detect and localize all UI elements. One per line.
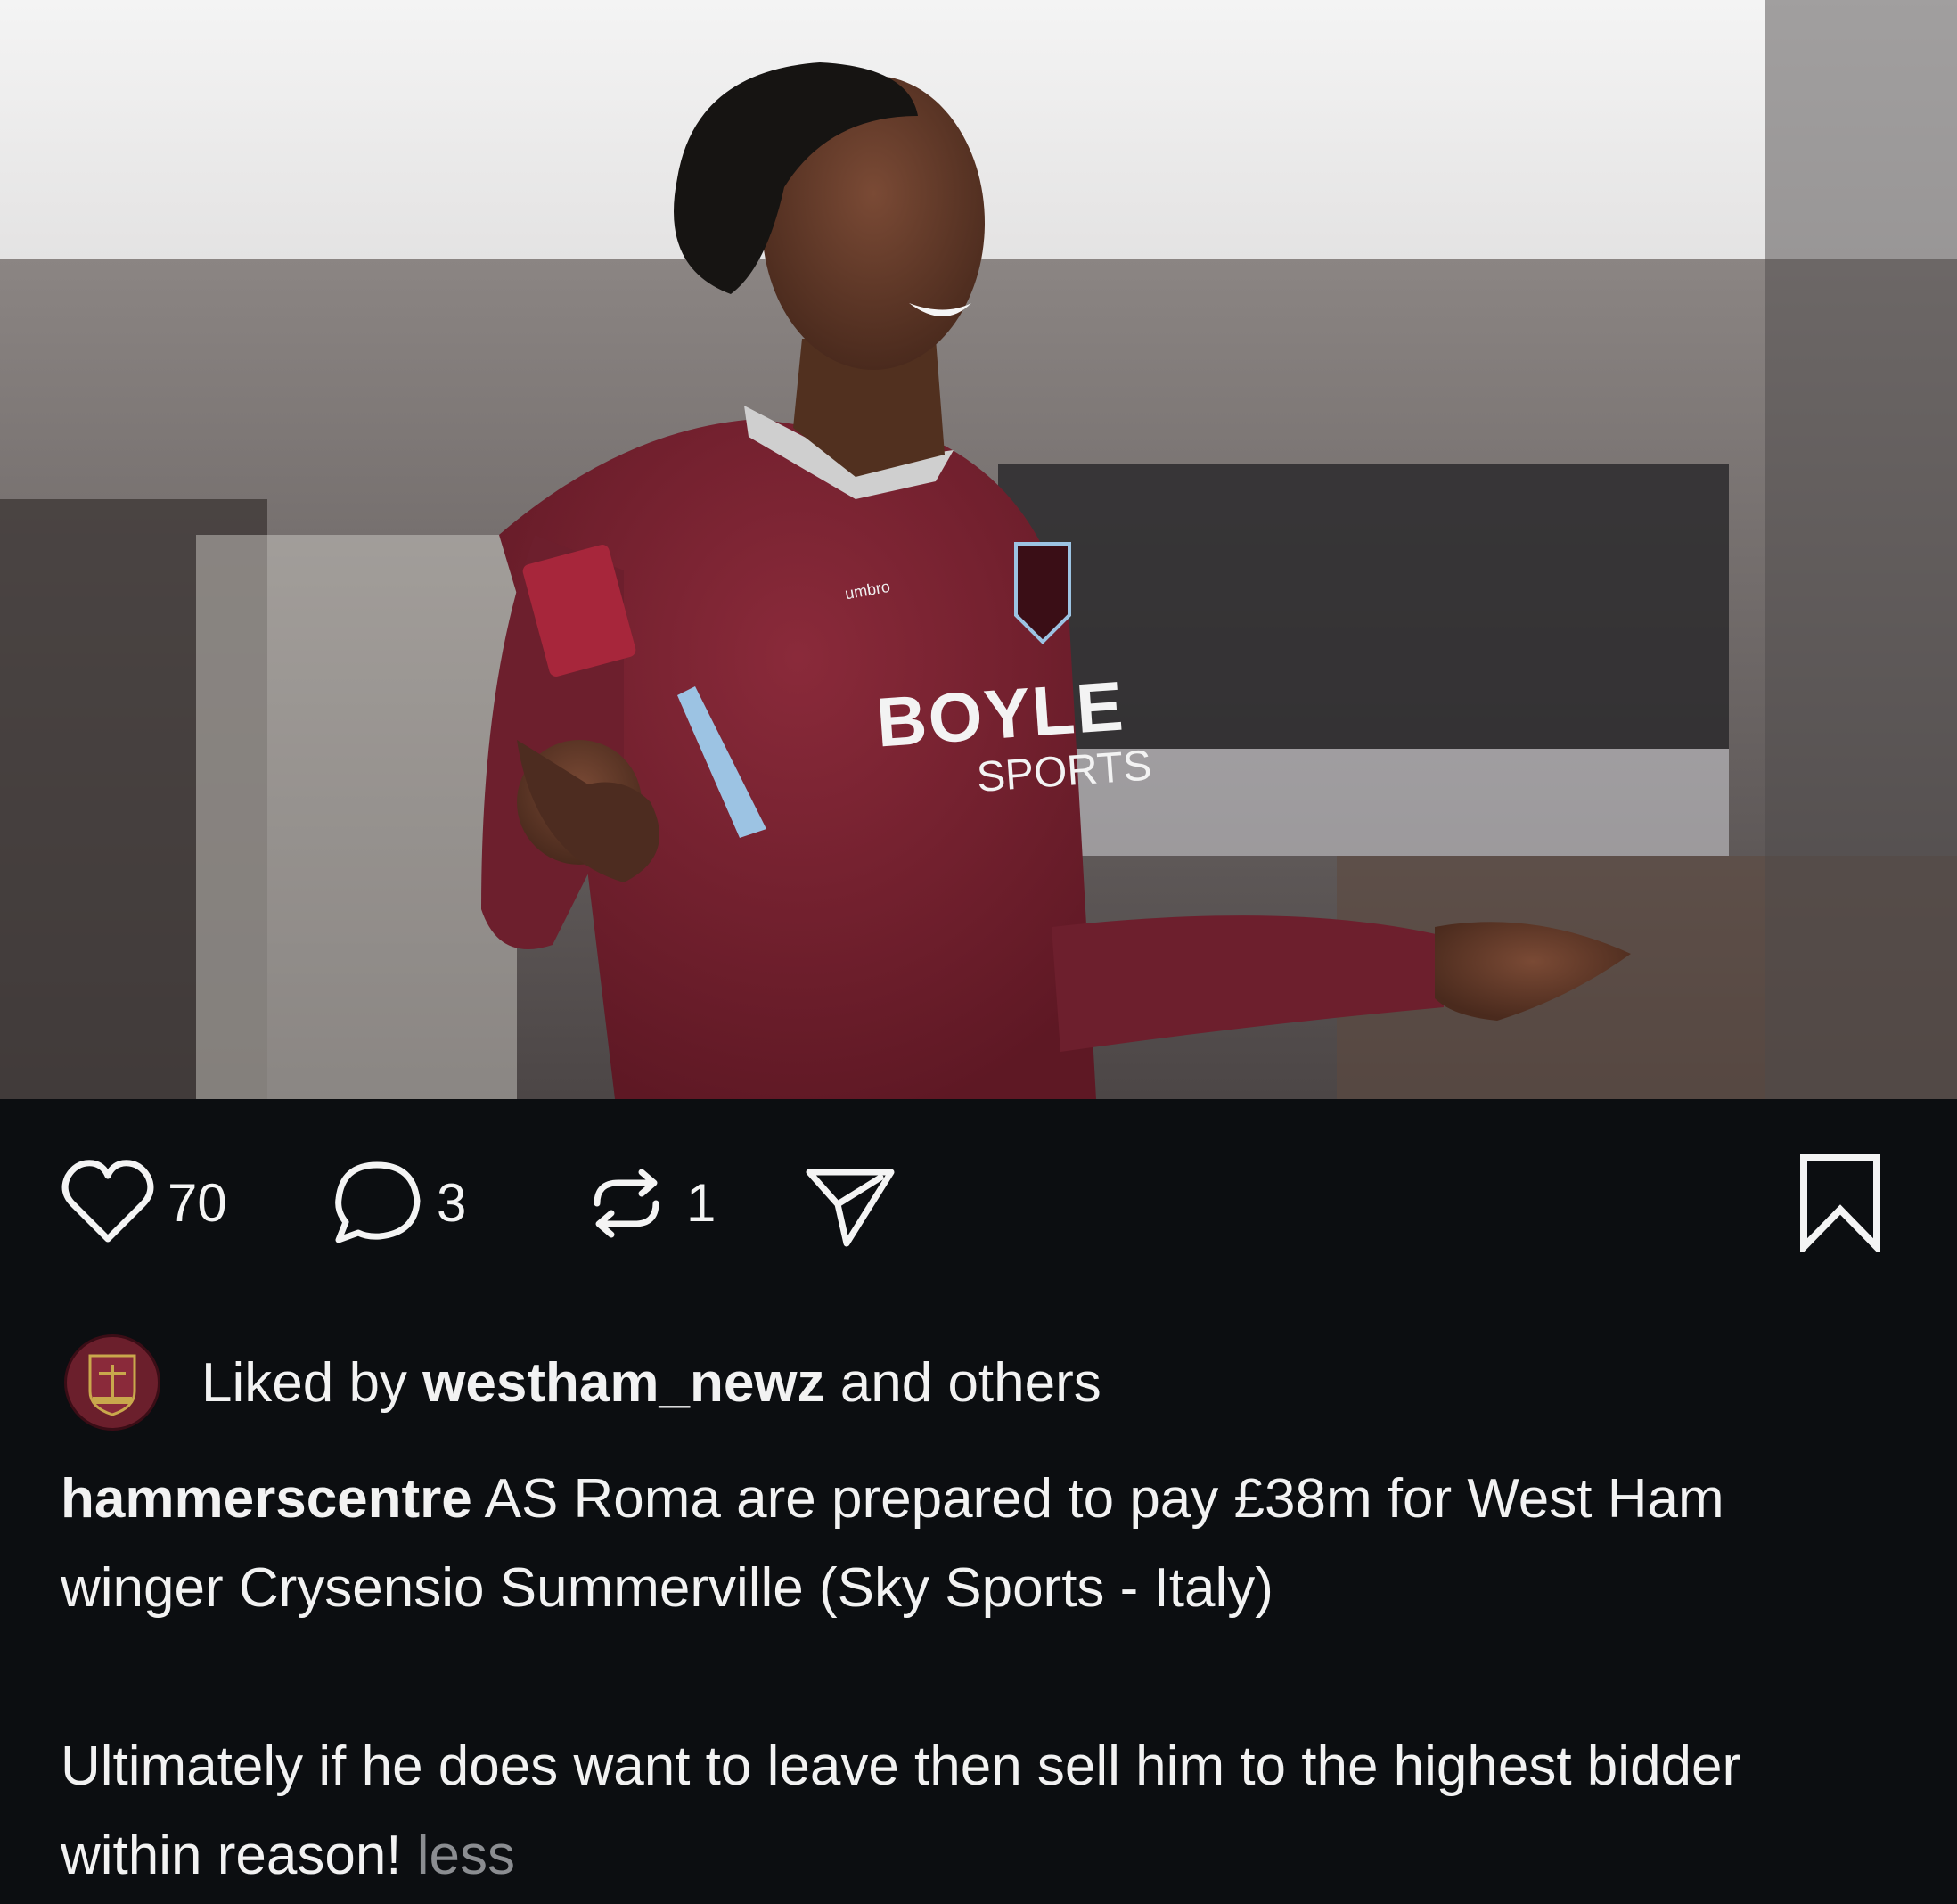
liked-by-prefix: Liked by xyxy=(201,1351,423,1414)
comment-icon[interactable] xyxy=(328,1154,426,1252)
liked-by-text: Liked by westham_newz and others xyxy=(201,1351,1101,1415)
post-photo xyxy=(0,0,1957,1099)
caption-paragraph-1: hammerscentre AS Roma are prepared to pa… xyxy=(61,1455,1896,1633)
caption-username[interactable]: hammerscentre xyxy=(61,1468,472,1530)
comments-count: 3 xyxy=(437,1173,467,1233)
shirt-sponsor: BOYLE SPORTS xyxy=(873,664,1153,809)
action-bar: 70 3 1 xyxy=(0,1099,1957,1286)
comment-group: 3 xyxy=(328,1154,493,1252)
less-link[interactable]: less xyxy=(417,1825,515,1886)
bookmark-group xyxy=(1791,1154,1889,1256)
avatar[interactable] xyxy=(64,1334,160,1431)
caption: hammerscentre AS Roma are prepared to pa… xyxy=(61,1455,1896,1900)
repost-icon[interactable] xyxy=(577,1154,676,1252)
share-group xyxy=(800,1154,898,1252)
post-image[interactable]: BOYLE SPORTS umbro xyxy=(0,0,1957,1099)
share-icon[interactable] xyxy=(800,1154,898,1252)
club-crest-icon xyxy=(88,1354,136,1416)
likes-count: 70 xyxy=(168,1173,227,1233)
reposts-count: 1 xyxy=(686,1173,716,1233)
liked-by-suffix[interactable]: and others xyxy=(825,1352,1101,1414)
heart-icon[interactable] xyxy=(59,1154,157,1252)
repost-group: 1 xyxy=(577,1154,742,1252)
like-group: 70 xyxy=(59,1154,254,1252)
caption-paragraph-2: Ultimately if he does want to leave then… xyxy=(61,1722,1896,1900)
caption-paragraph-2-text: Ultimately if he does want to leave then… xyxy=(61,1736,1741,1886)
liked-by-user[interactable]: westham_newz xyxy=(422,1352,824,1414)
bookmark-icon[interactable] xyxy=(1791,1154,1889,1256)
liked-by-row[interactable]: Liked by westham_newz and others xyxy=(64,1334,1101,1432)
